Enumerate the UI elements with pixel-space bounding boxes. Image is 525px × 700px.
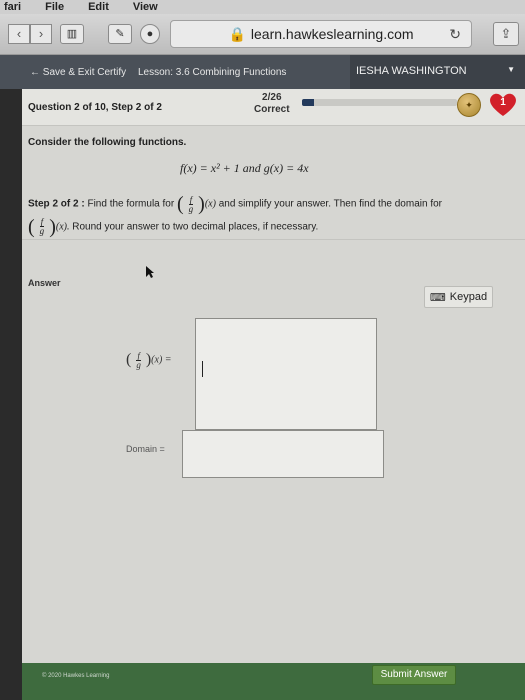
chevron-right-icon[interactable]: › (30, 24, 52, 44)
menu-item-app[interactable]: fari (4, 1, 21, 13)
score-value: 2/26 (262, 92, 282, 103)
progress-fill (302, 99, 315, 106)
user-name: IESHA WASHINGTON (356, 65, 467, 77)
progress-bar (302, 99, 457, 106)
lesson-title: Lesson: 3.6 Combining Functions (138, 67, 287, 78)
fraction-f-over-g-2: fg (35, 218, 50, 237)
function-equation: f(x) = x² + 1 and g(x) = 4x (180, 161, 309, 175)
save-exit-label: Save & Exit Certify (42, 67, 127, 78)
footer-bar: © 2020 Hawkes Learning Submit Answer (22, 663, 525, 700)
score-box: 2/26 Correct (254, 92, 290, 116)
func-arg: (x) (204, 198, 216, 210)
answer-label: Answer (28, 278, 61, 288)
copyright-text: © 2020 Hawkes Learning (42, 673, 110, 679)
heart-count: 1 (500, 97, 506, 108)
mouse-pointer-icon (146, 266, 154, 278)
menu-item-edit[interactable]: Edit (88, 1, 109, 13)
lock-icon: 🔒 (228, 25, 246, 42)
nav-buttons: ‹ › (8, 24, 52, 44)
domain-input[interactable] (182, 430, 384, 478)
fx-equals: (x) = (151, 354, 172, 366)
question-number: Question 2 of 10, Step 2 of 2 (28, 102, 162, 113)
section-divider (22, 239, 525, 240)
keypad-button[interactable]: ⌨ Keypad (424, 286, 493, 308)
chevron-left-icon[interactable]: ‹ (8, 24, 30, 44)
step-label: Step 2 of 2 : (28, 198, 85, 210)
extension-icon[interactable]: ✎ (108, 24, 132, 44)
score-status: Correct (254, 104, 290, 115)
step-text-2: and simplify your answer. Then find the … (218, 198, 442, 210)
menu-item-file[interactable]: File (45, 1, 64, 13)
step-text-3: Round your answer to two decimal places,… (72, 221, 319, 233)
address-bar[interactable]: 🔒 learn.hawkeslearning.com ↻ (170, 20, 472, 48)
browser-toolbar: ‹ › ▥ ✎ ● 🔒 learn.hawkeslearning.com ↻ ⇪ (0, 14, 525, 55)
save-exit-link[interactable]: ← Save & Exit Certify (30, 67, 126, 78)
caret-down-icon: ▼ (507, 65, 515, 74)
step-instructions: Step 2 of 2 : Find the formula for (f g)(… (28, 193, 508, 238)
frac-den: g (188, 203, 194, 214)
question-page: Question 2 of 10, Step 2 of 2 2/26 Corre… (22, 89, 525, 700)
menu-item-view[interactable]: View (133, 1, 158, 13)
fraction-f-over-g-3: fg (131, 351, 146, 370)
coin-icon[interactable]: ✦ (457, 93, 481, 117)
paren-open: ( (176, 193, 184, 215)
menubar: fari File Edit View (0, 0, 525, 14)
paren-close-2: ) (49, 215, 56, 238)
question-body: Consider the following functions. f(x) =… (28, 137, 518, 238)
question-header: Question 2 of 10, Step 2 of 2 2/26 Corre… (22, 89, 525, 126)
paren-open-2: ( (28, 215, 35, 238)
url-text: learn.hawkeslearning.com (250, 26, 414, 42)
frac-den-2: g (39, 226, 45, 237)
keypad-label: Keypad (449, 291, 488, 303)
sidebar-icon[interactable]: ▥ (60, 24, 84, 44)
func-arg-2: (x). (55, 221, 70, 233)
formula-input[interactable] (195, 318, 377, 430)
domain-label: Domain = (126, 444, 165, 454)
fraction-f-over-g: fg (184, 195, 199, 214)
text-cursor (202, 361, 203, 377)
user-menu[interactable]: IESHA WASHINGTON ▼ (350, 55, 525, 89)
fx-label: (f g)(x) = (126, 351, 172, 369)
submit-answer-button[interactable]: Submit Answer (372, 665, 456, 685)
frac-den-3: g (136, 359, 141, 370)
record-icon[interactable]: ● (140, 24, 160, 44)
reload-icon[interactable]: ↻ (449, 26, 461, 43)
site-nav: ← Save & Exit Certify Lesson: 3.6 Combin… (0, 55, 525, 89)
step-text-1: Find the formula for (87, 198, 175, 210)
paren-close: ) (198, 193, 205, 215)
question-prompt: Consider the following functions. (28, 137, 187, 148)
heart-icon: 1 (488, 91, 518, 117)
share-icon[interactable]: ⇪ (493, 22, 519, 46)
keyboard-icon: ⌨ (429, 291, 446, 304)
